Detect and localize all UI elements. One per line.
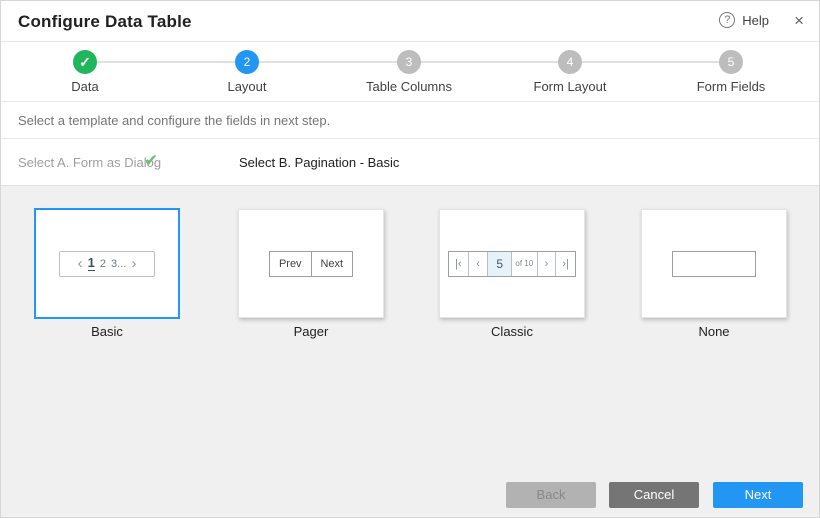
chevron-left-icon: ‹	[469, 252, 489, 276]
select-b-label: Select B. Pagination - Basic	[239, 155, 399, 170]
selection-summary-row: Select A. Form as Dialog ✔ Select B. Pag…	[1, 139, 819, 186]
stepper-step-form-layout-circle[interactable]: 4	[558, 50, 582, 74]
select-a-label: Select A. Form as Dialog	[18, 155, 161, 170]
template-label-none: None	[641, 324, 787, 339]
help-icon: ?	[719, 12, 735, 28]
none-pagination-preview	[672, 251, 756, 277]
stepper-step-table-columns-label: Table Columns	[366, 79, 452, 94]
stepper-step-layout-label: Layout	[227, 79, 266, 94]
stepper-step-layout-circle[interactable]: 2	[235, 50, 259, 74]
back-button[interactable]: Back	[506, 482, 596, 508]
template-label-classic: Classic	[439, 324, 585, 339]
preview-page-3: 3...	[111, 258, 126, 270]
template-gallery: ‹ 1 2 3... › Basic Prev Next Pager |‹ ‹ …	[1, 186, 819, 518]
template-card-basic[interactable]: ‹ 1 2 3... ›	[34, 208, 180, 319]
last-page-icon: ›|	[556, 252, 575, 276]
preview-page-count: of 10	[512, 252, 538, 276]
instruction-text: Select a template and configure the fiel…	[18, 113, 330, 128]
preview-page-1: 1	[88, 256, 95, 271]
close-icon[interactable]: ×	[794, 11, 804, 31]
cancel-button[interactable]: Cancel	[609, 482, 699, 508]
select-a-check-icon: ✔	[144, 151, 158, 171]
template-label-basic: Basic	[34, 324, 180, 339]
first-page-icon: |‹	[449, 252, 469, 276]
stepper-step-form-fields-circle[interactable]: 5	[719, 50, 743, 74]
chevron-right-icon: ›	[538, 252, 557, 276]
template-label-pager: Pager	[238, 324, 384, 339]
pager-pagination-preview: Prev Next	[269, 251, 353, 277]
preview-page-2: 2	[100, 258, 106, 270]
stepper-step-table-columns-circle[interactable]: 3	[397, 50, 421, 74]
stepper-step-form-layout-label: Form Layout	[534, 79, 607, 94]
preview-current-page: 5	[488, 252, 512, 276]
help-label: Help	[742, 13, 769, 28]
basic-pagination-preview: ‹ 1 2 3... ›	[59, 251, 155, 277]
dialog-header: Configure Data Table ? Help ×	[1, 1, 819, 42]
chevron-right-icon: ›	[131, 256, 136, 271]
preview-prev-button: Prev	[270, 252, 312, 276]
chevron-left-icon: ‹	[78, 256, 83, 271]
stepper-step-data-label: Data	[71, 79, 98, 94]
wizard-stepper: ✓ Data 2 Layout 3 Table Columns 4 Form L…	[1, 42, 819, 102]
classic-pagination-preview: |‹ ‹ 5 of 10 › ›|	[448, 251, 576, 277]
help-button[interactable]: ? Help	[719, 12, 769, 28]
stepper-step-form-fields-label: Form Fields	[697, 79, 766, 94]
page-title: Configure Data Table	[18, 12, 192, 32]
template-card-none[interactable]	[641, 209, 787, 318]
stepper-step-data-circle[interactable]: ✓	[73, 50, 97, 74]
next-button[interactable]: Next	[713, 482, 803, 508]
instruction-row: Select a template and configure the fiel…	[1, 103, 819, 139]
preview-next-button: Next	[312, 252, 353, 276]
template-card-pager[interactable]: Prev Next	[238, 209, 384, 318]
configure-data-table-dialog: Configure Data Table ? Help × ✓ Data 2 L…	[0, 0, 820, 518]
template-card-classic[interactable]: |‹ ‹ 5 of 10 › ›|	[439, 209, 585, 318]
